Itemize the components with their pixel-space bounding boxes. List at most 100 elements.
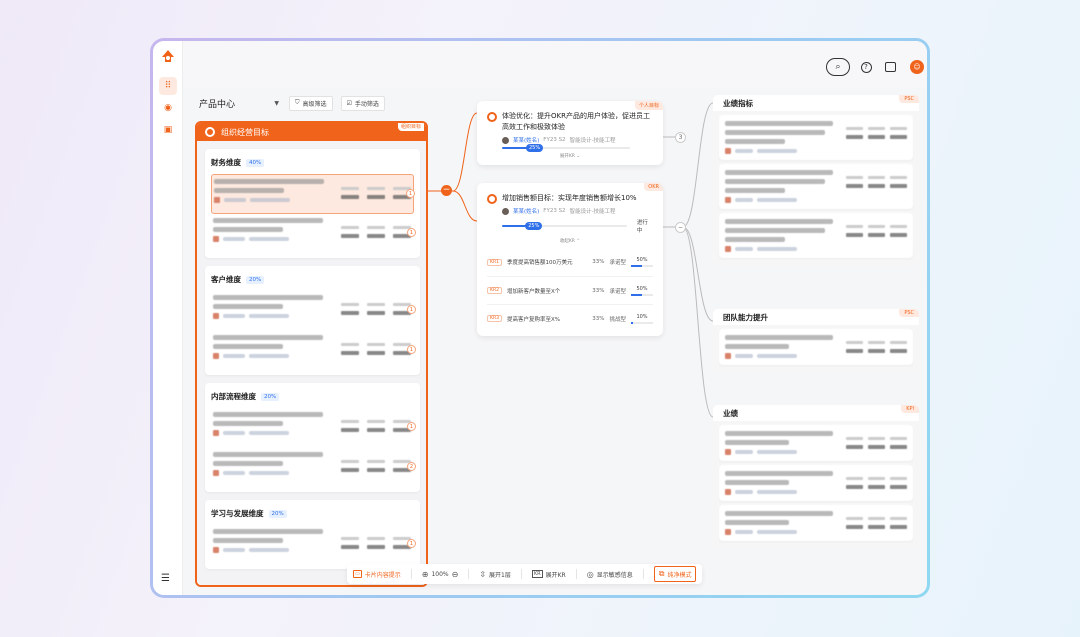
objective-row[interactable]: 1 — [211, 408, 416, 448]
bottom-toolbar: ▭ 卡片内容提示 ⊕ 100% ⊖ ⇳ 展开1层 KR 展开KR ◎ 显示敏感信… — [347, 564, 703, 584]
org-card-title: 组织经营目标 — [221, 127, 269, 137]
indicator-item[interactable] — [719, 465, 913, 501]
collapse-node-button[interactable]: − — [441, 185, 452, 196]
okr-objective-card[interactable]: OKR 增加销售额目标：实现年度销售额增长10% 某某(姓名) FY23 S2 … — [477, 183, 663, 336]
child-count-badge[interactable]: 1 — [406, 189, 415, 198]
expand-kr-button[interactable]: 展开KR ⌄ — [487, 153, 653, 159]
kr-name: 提高客户复购率至X% — [506, 316, 560, 323]
child-count-badge[interactable]: 3 — [675, 132, 686, 143]
kr-progress: 50% — [631, 257, 653, 267]
department-select[interactable]: 产品中心 ▼ — [197, 95, 281, 111]
menu-collapse-icon[interactable]: ☰ — [161, 573, 175, 587]
card-hint-button[interactable]: ▭ 卡片内容提示 — [353, 570, 401, 579]
objective-text — [213, 412, 335, 436]
child-count-badge[interactable]: 1 — [407, 345, 416, 354]
kr-progress-fill — [631, 265, 642, 267]
indicator-group-title: 业绩 — [723, 408, 738, 418]
expand-level-button[interactable]: ⇳ 展开1层 — [479, 570, 511, 579]
org-objective-card[interactable]: 组织经营目标 组织目标 财务维度 40% 1 1 客户维度 20% 1 1 内部流程维度 20% 1… — [195, 121, 428, 587]
kr-progress-fill — [631, 293, 642, 296]
inbox-button[interactable] — [880, 57, 900, 77]
kr-weight: 33% — [592, 315, 605, 322]
child-count-badge[interactable]: 2 — [407, 462, 416, 471]
objective-metrics — [341, 537, 411, 549]
objective-row[interactable]: 1 — [211, 174, 415, 214]
advanced-filter-button[interactable]: ⛉ 高级筛选 — [289, 95, 333, 111]
child-count-badge[interactable]: 1 — [407, 422, 416, 431]
search-button[interactable]: ⌕ — [826, 58, 850, 76]
personal-objective-title-row: 体验优化：提升OKR产品的用户体验，促进员工高效工作和极致体验 — [487, 111, 653, 133]
zoom-out-icon[interactable]: ⊖ — [452, 570, 459, 579]
child-count-badge[interactable]: 1 — [407, 539, 416, 548]
advanced-filter-label: 高级筛选 — [302, 100, 327, 108]
indicator-group-header: 团队能力提升 PSC — [713, 309, 919, 325]
dimension-title: 客户维度 20% — [211, 274, 414, 285]
indicator-group: 团队能力提升 PSC — [713, 309, 919, 373]
indicator-item[interactable] — [719, 115, 913, 160]
org-card-header: 组织经营目标 组织目标 — [197, 123, 426, 141]
zoom-in-icon[interactable]: ⊕ — [422, 570, 429, 579]
kr-row[interactable]: KR1 季度提高销售额100万美元 33% 承诺型 50% — [487, 248, 653, 276]
target-nav-icon[interactable]: ◉ — [159, 99, 177, 117]
kr-row[interactable]: KR2 增加新客户数量至X个 33% 承诺型 50% — [487, 276, 653, 304]
grid-nav-icon[interactable]: ⠿ — [159, 77, 177, 95]
objective-row[interactable]: 1 — [211, 525, 416, 565]
progress-label: 25% — [525, 222, 543, 230]
kr-row[interactable]: KR3 提高客户复购率至X% 33% 挑战型 10% — [487, 304, 653, 332]
top-bar: ⌕ ? ☺ — [183, 41, 927, 87]
objective-row[interactable]: 2 — [211, 448, 416, 488]
help-button[interactable]: ? — [856, 57, 876, 77]
objective-metrics — [341, 187, 411, 199]
personal-objective-card[interactable]: 个人目标 体验优化：提升OKR产品的用户体验，促进员工高效工作和极致体验 某某(… — [477, 101, 663, 165]
dimension-title: 财务维度 40% — [211, 157, 414, 168]
owner-name[interactable]: 某某(姓名) — [513, 207, 539, 215]
dimension-title: 学习与发展维度 20% — [211, 508, 414, 519]
child-count-badge[interactable]: 1 — [407, 228, 416, 237]
collapse-kr-button[interactable]: 收起KR ⌃ — [487, 238, 653, 244]
kr-type: 挑战型 — [609, 316, 626, 323]
period-label: FY23 S2 — [543, 208, 566, 214]
indicator-item[interactable] — [719, 425, 913, 461]
indicator-group-body — [713, 111, 919, 266]
app-window: ⠿ ◉ ▣ ☰ ⌕ ? ☺ 产品中心 ▼ ⛉ 高级筛选 ☑ 手动筛选 − 3 −… — [153, 41, 927, 595]
chevron-up-icon: ⌃ — [576, 239, 581, 244]
pure-mode-button[interactable]: ⧉ 纯净模式 — [653, 566, 697, 582]
objective-ring-icon — [487, 194, 497, 204]
collapse-children-button[interactable]: − — [675, 222, 686, 233]
indicator-item[interactable] — [719, 164, 913, 209]
owner-name[interactable]: 某某(姓名) — [513, 136, 539, 144]
personal-objective-title: 体验优化：提升OKR产品的用户体验，促进员工高效工作和极致体验 — [502, 112, 650, 131]
show-sensitive-button[interactable]: ◎ 显示敏感信息 — [587, 570, 633, 579]
kr-list: KR1 季度提高销售额100万美元 33% 承诺型 50% KR2 增加新客户数量至X个 33… — [487, 248, 653, 332]
kr-weight: 33% — [592, 287, 605, 294]
indicator-item[interactable] — [719, 329, 913, 365]
indicator-group-header: 业绩 KPI — [713, 405, 919, 421]
dimension-section: 学习与发展维度 20% 1 — [205, 500, 420, 569]
kr-tag: KR1 — [487, 258, 502, 266]
kr-icon: KR — [531, 570, 543, 578]
kr-name: 季度提高销售额100万美元 — [506, 260, 573, 266]
manual-filter-button[interactable]: ☑ 手动筛选 — [340, 95, 385, 111]
indicator-item[interactable] — [719, 213, 913, 258]
divider — [575, 569, 577, 579]
weight-badge: 20% — [268, 509, 287, 518]
report-nav-icon[interactable]: ▣ — [159, 121, 177, 139]
objective-row[interactable]: 1 — [211, 331, 416, 371]
device-frame: ⠿ ◉ ▣ ☰ ⌕ ? ☺ 产品中心 ▼ ⛉ 高级筛选 ☑ 手动筛选 − 3 −… — [150, 38, 930, 598]
kr-name: 增加新客户数量至X个 — [506, 288, 561, 295]
expand-level-label: 展开1层 — [489, 571, 511, 579]
period-label: FY23 S2 — [543, 137, 566, 143]
objective-row[interactable]: 1 — [211, 291, 416, 331]
kr-progress-bar — [631, 265, 653, 267]
indicator-item[interactable] — [719, 505, 913, 541]
user-avatar[interactable]: ☺ — [907, 57, 927, 77]
progress-row: 25% 进行中 — [502, 218, 653, 234]
objective-text — [213, 218, 335, 242]
indicator-group-tag: KPI — [901, 405, 919, 413]
expand-kr-toolbar-button[interactable]: KR 展开KR — [531, 570, 566, 579]
pure-mode-icon: ⧉ — [658, 569, 665, 578]
child-count-badge[interactable]: 1 — [407, 305, 416, 314]
kr-tag: KR3 — [487, 315, 502, 322]
objective-row[interactable]: 1 — [211, 214, 416, 254]
indicator-group-tag: PSC — [899, 95, 919, 103]
